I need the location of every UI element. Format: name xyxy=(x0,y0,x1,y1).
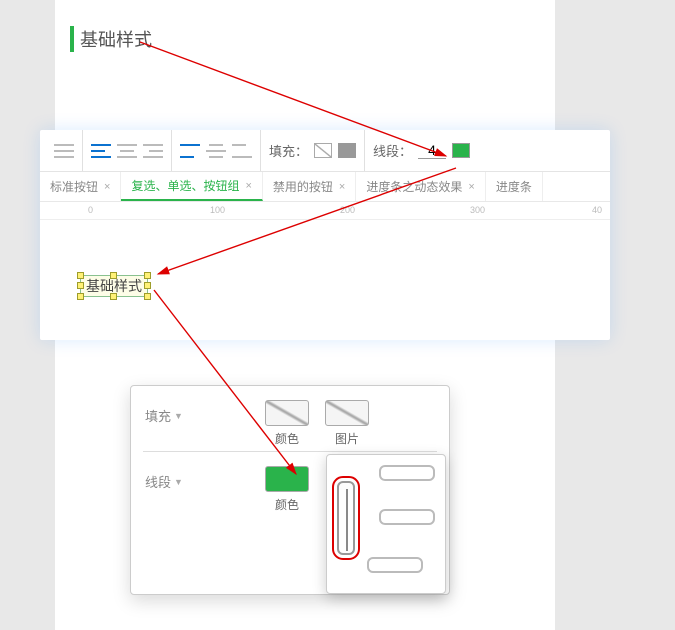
tab-label: 进度条之动态效果 xyxy=(366,178,462,195)
caret-down-icon: ▼ xyxy=(174,477,183,487)
border-left-button[interactable] xyxy=(337,481,355,555)
resize-handle[interactable] xyxy=(110,272,117,279)
align-right-icon[interactable] xyxy=(143,144,163,158)
close-icon[interactable]: × xyxy=(104,181,110,193)
resize-handle[interactable] xyxy=(144,282,151,289)
line-group: 线段： xyxy=(365,130,478,171)
line-label: 线段： xyxy=(373,141,412,160)
fill-color-swatch[interactable] xyxy=(338,143,356,158)
halign-group xyxy=(83,130,172,171)
ruler: 0 100 200 300 40 xyxy=(40,202,610,220)
prop-fill-items: 颜色 图片 xyxy=(193,400,369,447)
fill-image-option[interactable]: 图片 xyxy=(325,400,369,447)
option-label: 颜色 xyxy=(275,430,299,447)
fill-image-swatch-icon xyxy=(325,400,369,426)
resize-handle[interactable] xyxy=(144,272,151,279)
close-icon[interactable]: × xyxy=(468,181,474,193)
border-bottom-button[interactable] xyxy=(367,557,423,573)
ruler-tick: 300 xyxy=(470,205,485,215)
ruler-tick: 0 xyxy=(88,205,93,215)
editor-toolbar-panel: 填充： 线段： 标准按钮 × 复选、单选、按钮组 × 禁用的按钮 × 进度条之动态效果… xyxy=(40,130,610,340)
toolbar-row: 填充： 线段： xyxy=(40,130,610,172)
tab-item[interactable]: 禁用的按钮 × xyxy=(263,172,356,201)
ruler-tick: 100 xyxy=(210,205,225,215)
border-top-button[interactable] xyxy=(379,465,435,481)
close-icon[interactable]: × xyxy=(245,180,251,192)
tab-label: 禁用的按钮 xyxy=(273,178,333,195)
prop-line-label[interactable]: 线段 ▼ xyxy=(145,466,193,491)
resize-handle[interactable] xyxy=(77,282,84,289)
line-width-input[interactable] xyxy=(418,142,446,159)
border-right-button[interactable] xyxy=(379,509,435,525)
fill-label: 填充： xyxy=(269,141,308,160)
close-icon[interactable]: × xyxy=(339,181,345,193)
fill-color-swatch-icon xyxy=(265,400,309,426)
valign-bot-icon[interactable] xyxy=(232,144,252,158)
sides-grid xyxy=(337,465,435,583)
tabs-row: 标准按钮 × 复选、单选、按钮组 × 禁用的按钮 × 进度条之动态效果 × 进度条 xyxy=(40,172,610,202)
canvas-area[interactable]: 基础样式 xyxy=(40,220,610,336)
resize-handle[interactable] xyxy=(144,293,151,300)
resize-handle[interactable] xyxy=(77,272,84,279)
align-center-icon[interactable] xyxy=(117,144,137,158)
ruler-tick: 40 xyxy=(592,205,602,215)
valign-group xyxy=(172,130,261,171)
tab-item[interactable]: 进度条 xyxy=(486,172,543,201)
page-title: 基础样式 xyxy=(70,26,152,52)
line-color-swatch-icon xyxy=(265,466,309,492)
align-left-icon[interactable] xyxy=(91,144,111,158)
selected-shape[interactable]: 基础样式 xyxy=(80,275,148,297)
ruler-tick: 200 xyxy=(340,205,355,215)
fill-none-swatch[interactable] xyxy=(314,143,332,158)
option-label: 图片 xyxy=(335,430,359,447)
resize-handle[interactable] xyxy=(110,293,117,300)
tab-label: 进度条 xyxy=(496,178,532,195)
tab-item[interactable]: 复选、单选、按钮组 × xyxy=(121,172,262,201)
fill-color-option[interactable]: 颜色 xyxy=(265,400,309,447)
resize-handle[interactable] xyxy=(77,293,84,300)
tab-label: 复选、单选、按钮组 xyxy=(131,177,239,194)
line-color-option[interactable]: 颜色 xyxy=(265,466,309,513)
prop-fill-row: 填充 ▼ 颜色 图片 xyxy=(131,386,449,451)
valign-mid-icon[interactable] xyxy=(206,144,226,158)
tab-item[interactable]: 进度条之动态效果 × xyxy=(356,172,485,201)
line-sides-popup xyxy=(326,454,446,594)
option-label: 颜色 xyxy=(275,496,299,513)
label-text: 填充 xyxy=(145,406,171,425)
line-icon-group xyxy=(46,130,83,171)
tab-label: 标准按钮 xyxy=(50,178,98,195)
border-preview-mark xyxy=(346,489,348,551)
prop-fill-label[interactable]: 填充 ▼ xyxy=(145,400,193,425)
fill-group: 填充： xyxy=(261,130,365,171)
tab-item[interactable]: 标准按钮 × xyxy=(40,172,121,201)
caret-down-icon: ▼ xyxy=(174,411,183,421)
valign-top-icon[interactable] xyxy=(180,144,200,158)
label-text: 线段 xyxy=(145,472,171,491)
prop-line-items: 颜色 xyxy=(193,466,309,513)
menu-icon[interactable] xyxy=(54,144,74,158)
line-color-swatch[interactable] xyxy=(452,143,470,158)
